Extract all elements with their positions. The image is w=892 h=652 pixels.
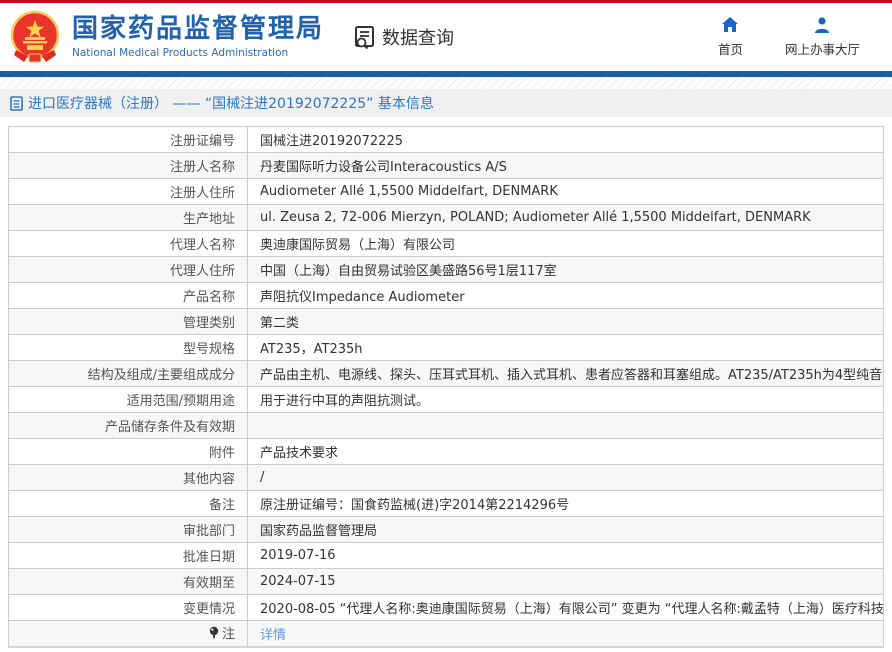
note-label: 注 [222, 623, 235, 642]
field-label: 产品名称 [9, 283, 248, 309]
details-link[interactable]: 详情 [260, 628, 286, 643]
field-value: AT235，AT235h [248, 335, 884, 361]
field-label: 注册证编号 [9, 127, 248, 153]
table-row: 批准日期2019-07-16 [9, 543, 884, 569]
registration-info-table: 注册证编号国械注进20192072225 注册人名称丹麦国际听力设备公司Inte… [8, 126, 884, 648]
person-icon [813, 16, 831, 34]
table-row: 注册人住所Audiometer Allé 1,5500 Middelfart, … [9, 179, 884, 205]
field-value: 声阻抗仪Impedance Audiometer [248, 283, 884, 309]
field-label: 备注 [9, 491, 248, 517]
data-query-module: 数据查询 [352, 24, 454, 50]
table-row: 管理类别第二类 [9, 309, 884, 335]
striped-band [0, 77, 892, 89]
field-value: 产品技术要求 [248, 439, 884, 465]
data-query-title: 数据查询 [382, 24, 454, 50]
breadcrumb: 进口医疗器械（注册） —— “国械注进20192072225” 基本信息 [0, 89, 892, 117]
field-label: 产品储存条件及有效期 [9, 413, 248, 439]
field-value: 丹麦国际听力设备公司Interacoustics A/S [248, 153, 884, 179]
field-label: 其他内容 [9, 465, 248, 491]
table-row: 注册人名称丹麦国际听力设备公司Interacoustics A/S [9, 153, 884, 179]
field-label: 注 [9, 621, 248, 647]
note-pin-icon [208, 626, 220, 639]
table-row: 型号规格AT235，AT235h [9, 335, 884, 361]
content-gap [0, 117, 892, 126]
nav-home[interactable]: 首页 [718, 16, 743, 58]
field-value: 产品由主机、电源线、探头、压耳式耳机、插入式耳机、患者应答器和耳塞组成。AT23… [248, 361, 884, 387]
table-row: 有效期至2024-07-15 [9, 569, 884, 595]
field-label: 管理类别 [9, 309, 248, 335]
nav-home-label: 首页 [718, 39, 743, 58]
field-label: 注册人住所 [9, 179, 248, 205]
document-search-icon [352, 24, 378, 50]
table-row: 生产地址ul. Zeusa 2, 72-006 Mierzyn, POLAND;… [9, 205, 884, 231]
field-value: 奥迪康国际贸易（上海）有限公司 [248, 231, 884, 257]
field-value: 第二类 [248, 309, 884, 335]
field-value: Audiometer Allé 1,5500 Middelfart, DENMA… [248, 179, 884, 205]
field-value: 用于进行中耳的声阻抗测试。 [248, 387, 884, 413]
field-label: 适用范围/预期用途 [9, 387, 248, 413]
field-label: 生产地址 [9, 205, 248, 231]
agency-name-cn: 国家药品监督管理局 [72, 15, 324, 45]
table-row: 注册证编号国械注进20192072225 [9, 127, 884, 153]
table-row: 结构及组成/主要组成成分产品由主机、电源线、探头、压耳式耳机、插入式耳机、患者应… [9, 361, 884, 387]
table-row: 备注原注册证编号：国食药监械(进)字2014第2214296号 [9, 491, 884, 517]
breadcrumb-text: 进口医疗器械（注册） —— “国械注进20192072225” 基本信息 [28, 93, 434, 113]
agency-name-en: National Medical Products Administration [72, 47, 324, 59]
header-nav: 首页 网上办事大厅 [718, 16, 892, 58]
table-row: 适用范围/预期用途用于进行中耳的声阻抗测试。 [9, 387, 884, 413]
field-label: 批准日期 [9, 543, 248, 569]
table-row: 产品储存条件及有效期 [9, 413, 884, 439]
field-value: 国械注进20192072225 [248, 127, 884, 153]
field-value: 原注册证编号：国食药监械(进)字2014第2214296号 [248, 491, 884, 517]
field-label: 注册人名称 [9, 153, 248, 179]
field-value: / [248, 465, 884, 491]
table-row: 产品名称声阻抗仪Impedance Audiometer [9, 283, 884, 309]
field-label: 结构及组成/主要组成成分 [9, 361, 248, 387]
field-label: 审批部门 [9, 517, 248, 543]
field-value: 2020-08-05 “代理人名称:奥迪康国际贸易（上海）有限公司” 变更为 “… [248, 595, 884, 621]
table-row: 变更情况2020-08-05 “代理人名称:奥迪康国际贸易（上海）有限公司” 变… [9, 595, 884, 621]
home-icon [721, 16, 739, 34]
national-emblem-logo [8, 10, 62, 64]
table-row-note: 注 详情 [9, 621, 884, 647]
field-value: 2024-07-15 [248, 569, 884, 595]
field-label: 型号规格 [9, 335, 248, 361]
field-value: ul. Zeusa 2, 72-006 Mierzyn, POLAND; Aud… [248, 205, 884, 231]
nav-online-service-hall-label: 网上办事大厅 [785, 39, 860, 58]
field-value: 中国（上海）自由贸易试验区美盛路56号1层117室 [248, 257, 884, 283]
table-row: 代理人名称奥迪康国际贸易（上海）有限公司 [9, 231, 884, 257]
field-label: 附件 [9, 439, 248, 465]
field-label: 有效期至 [9, 569, 248, 595]
table-row: 附件产品技术要求 [9, 439, 884, 465]
agency-title-block: 国家药品监督管理局 National Medical Products Admi… [72, 15, 324, 59]
field-value [248, 413, 884, 439]
field-label: 变更情况 [9, 595, 248, 621]
field-value: 国家药品监督管理局 [248, 517, 884, 543]
nav-online-service-hall[interactable]: 网上办事大厅 [785, 16, 860, 58]
document-icon [10, 96, 23, 111]
site-header: 国家药品监督管理局 National Medical Products Admi… [0, 3, 892, 71]
field-value: 2019-07-16 [248, 543, 884, 569]
field-label: 代理人住所 [9, 257, 248, 283]
field-value: 详情 [248, 621, 884, 647]
table-row: 审批部门国家药品监督管理局 [9, 517, 884, 543]
field-label: 代理人名称 [9, 231, 248, 257]
table-row: 其他内容/ [9, 465, 884, 491]
table-row: 代理人住所中国（上海）自由贸易试验区美盛路56号1层117室 [9, 257, 884, 283]
